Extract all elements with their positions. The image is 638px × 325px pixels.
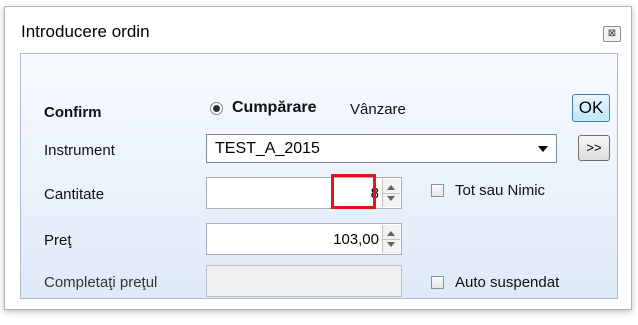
order-form-panel: Confirm Cumpărare Vânzare OK Instrument … [20, 53, 618, 299]
spin-down-icon[interactable] [387, 242, 395, 247]
ok-button[interactable]: OK [572, 94, 610, 122]
radio-selected-dot [213, 105, 220, 112]
all-or-none-checkbox[interactable] [431, 184, 444, 197]
spin-up-icon[interactable] [387, 231, 395, 236]
instrument-label: Instrument [44, 142, 115, 159]
all-or-none-label[interactable]: Tot sau Nimic [455, 182, 545, 199]
dialog-title: Introducere ordin [21, 22, 150, 41]
price-value: 103,00 [333, 231, 379, 248]
confirm-label: Confirm [44, 104, 102, 121]
more-button[interactable]: >> [578, 135, 610, 161]
auto-suspend-checkbox[interactable] [431, 276, 444, 289]
price-label: Preţ [44, 232, 72, 249]
complete-price-label: Completaţi preţul [44, 274, 158, 291]
quantity-label: Cantitate [44, 186, 105, 203]
price-field[interactable]: 103,00 [206, 223, 402, 255]
chevron-down-icon[interactable] [538, 146, 548, 152]
auto-suspend-label[interactable]: Auto suspendat [455, 274, 559, 291]
spin-down-icon[interactable] [387, 196, 395, 201]
spin-divider [383, 193, 400, 194]
sell-option-label[interactable]: Vânzare [350, 101, 406, 118]
quantity-stepper[interactable] [382, 179, 400, 207]
highlight-box [331, 174, 376, 209]
title-bar: Introducere ordin ⊠ [5, 7, 631, 53]
spin-up-icon[interactable] [387, 185, 395, 190]
price-stepper[interactable] [382, 225, 400, 253]
instrument-dropdown[interactable]: TEST_A_2015 [206, 134, 557, 163]
close-icon[interactable]: ⊠ [603, 26, 621, 42]
spin-divider [383, 239, 400, 240]
buy-option-label[interactable]: Cumpărare [232, 99, 316, 117]
complete-price-field[interactable] [206, 265, 402, 297]
order-entry-dialog: Introducere ordin ⊠ Confirm Cumpărare Vâ… [4, 6, 632, 310]
buy-radio[interactable] [210, 102, 223, 115]
instrument-value: TEST_A_2015 [215, 140, 320, 157]
